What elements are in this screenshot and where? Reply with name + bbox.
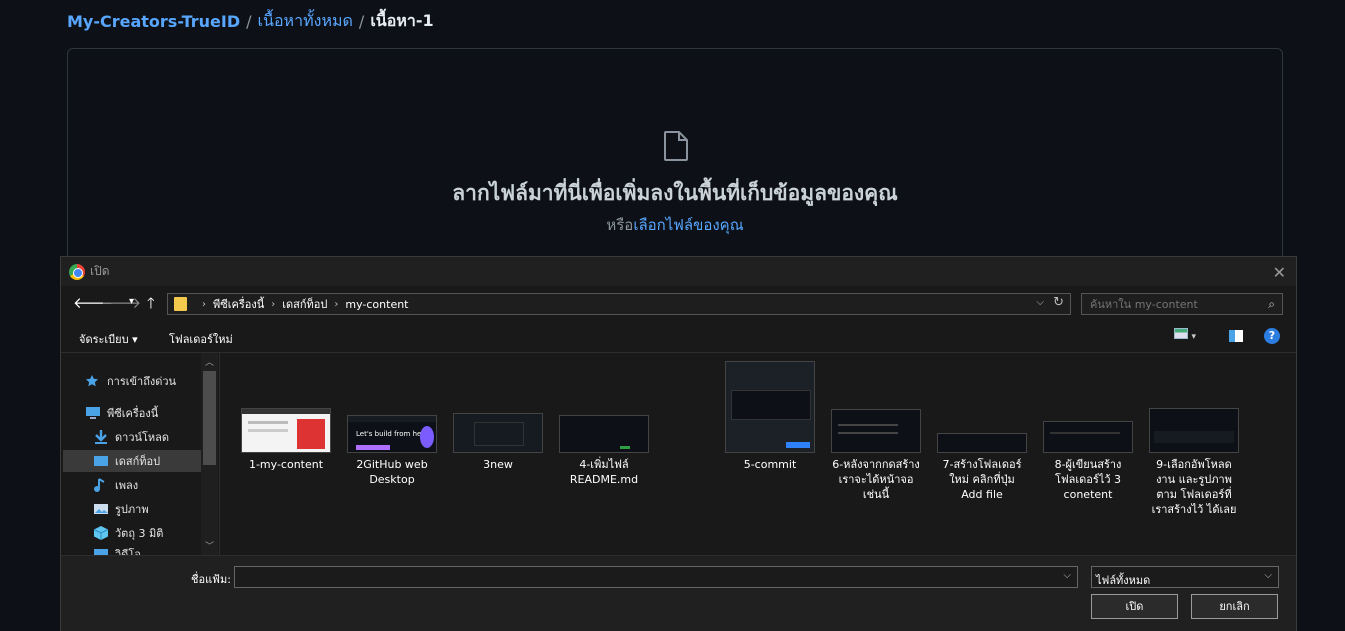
help-icon[interactable]: ? bbox=[1264, 328, 1280, 344]
drop-zone-or: หรือ bbox=[606, 216, 634, 234]
music-icon bbox=[93, 478, 109, 492]
breadcrumb-separator: / bbox=[358, 11, 365, 31]
open-button[interactable]: เปิด bbox=[1091, 594, 1178, 619]
search-input[interactable] bbox=[1090, 297, 1260, 311]
folder-icon bbox=[174, 297, 187, 311]
organize-menu[interactable]: จัดระเบียบ ▾ bbox=[79, 330, 138, 348]
forward-arrow-icon[interactable]: 🡒 bbox=[101, 293, 141, 312]
drop-zone-subtitle: หรือเลือกไฟล์ของคุณ bbox=[68, 213, 1282, 237]
address-segment-pc[interactable]: พีซีเครื่องนี้ bbox=[213, 295, 264, 313]
dialog-footer: ชื่อแฟ้ม: ⌵ ไฟล์ทั้งหมด ⌵ เปิด ยกเลิก bbox=[61, 555, 1296, 631]
scrollbar-thumb[interactable] bbox=[203, 371, 216, 465]
file-list: 1-my-content Let's build from here 2GitH… bbox=[221, 353, 1297, 555]
navigation-row: 🡐 🡒 ▾ 🡑 › พีซีเครื่องนี้ › เดสก์ท็อป › m… bbox=[61, 291, 1296, 317]
file-thumbnail: Let's build from here bbox=[347, 415, 437, 453]
navigation-pane: การเข้าถึงด่วน พีซีเครื่องนี้ ดาวน์โหลด … bbox=[61, 353, 219, 555]
cube-icon bbox=[93, 526, 109, 540]
nav-scrollbar[interactable]: ︿ ﹀ bbox=[201, 353, 218, 555]
desktop-icon bbox=[93, 454, 109, 468]
file-open-dialog: เปิด ✕ 🡐 🡒 ▾ 🡑 › พีซีเครื่องนี้ › เดสก์ท… bbox=[60, 256, 1297, 631]
refresh-icon[interactable]: ↻ bbox=[1053, 295, 1064, 310]
file-thumbnail bbox=[453, 413, 543, 453]
breadcrumb: My-Creators-TrueID / เนื้อหาทั้งหมด / เน… bbox=[67, 10, 434, 32]
file-thumbnail bbox=[559, 415, 649, 453]
file-thumbnail bbox=[1043, 421, 1133, 453]
video-icon bbox=[93, 547, 109, 555]
view-options-icon[interactable]: ▾ bbox=[1174, 328, 1196, 342]
pictures-icon bbox=[93, 502, 109, 516]
chevron-down-icon: ⌵ bbox=[1264, 570, 1272, 581]
address-segment-desktop[interactable]: เดสก์ท็อป bbox=[282, 295, 327, 313]
nav-item-quick-access[interactable]: การเข้าถึงด่วน bbox=[85, 370, 219, 392]
scroll-up-icon[interactable]: ︿ bbox=[205, 355, 214, 368]
nav-item-this-pc[interactable]: พีซีเครื่องนี้ bbox=[85, 402, 219, 424]
search-box: ⌕ bbox=[1081, 293, 1283, 315]
filename-input[interactable]: ⌵ bbox=[234, 566, 1078, 588]
file-thumbnail bbox=[831, 409, 921, 453]
chevron-down-icon[interactable]: ⌵ bbox=[1036, 297, 1044, 308]
cancel-button[interactable]: ยกเลิก bbox=[1191, 594, 1278, 619]
chevron-down-icon[interactable]: ⌵ bbox=[1063, 570, 1071, 581]
preview-pane-icon[interactable] bbox=[1229, 330, 1243, 345]
up-arrow-icon[interactable]: 🡑 bbox=[147, 293, 155, 318]
star-icon bbox=[85, 374, 101, 388]
breadcrumb-current: เนื้อหา-1 bbox=[370, 10, 434, 30]
dialog-titlebar: เปิด ✕ bbox=[61, 257, 1296, 286]
close-icon[interactable]: ✕ bbox=[1273, 263, 1286, 282]
choose-files-link[interactable]: เลือกไฟล์ของคุณ bbox=[633, 216, 743, 234]
nav-item-desktop[interactable]: เดสก์ท็อป bbox=[63, 450, 203, 472]
breadcrumb-folder-link[interactable]: เนื้อหาทั้งหมด bbox=[258, 9, 353, 34]
scroll-down-icon[interactable]: ﹀ bbox=[205, 539, 214, 552]
file-thumbnail bbox=[937, 433, 1027, 453]
dialog-toolbar: จัดระเบียบ ▾ โฟลเดอร์ใหม่ ▾ ? bbox=[61, 323, 1296, 351]
computer-icon bbox=[85, 406, 101, 420]
filename-label: ชื่อแฟ้ม: bbox=[191, 573, 231, 586]
new-folder-button[interactable]: โฟลเดอร์ใหม่ bbox=[169, 330, 233, 348]
recent-dropdown-icon[interactable]: ▾ bbox=[129, 296, 134, 307]
file-thumbnail bbox=[241, 408, 331, 453]
dialog-title: เปิด bbox=[90, 264, 110, 278]
filetype-select[interactable]: ไฟล์ทั้งหมด ⌵ bbox=[1091, 566, 1279, 588]
download-icon bbox=[93, 430, 109, 444]
file-thumbnail bbox=[725, 361, 815, 453]
file-thumbnail bbox=[1149, 408, 1239, 453]
breadcrumb-repo-link[interactable]: My-Creators-TrueID bbox=[67, 12, 240, 31]
file-icon bbox=[663, 131, 689, 165]
drop-zone-title: ลากไฟล์มาที่นี่เพื่อเพิ่มลงในพื้นที่เก็บ… bbox=[452, 181, 898, 205]
breadcrumb-separator: / bbox=[246, 11, 252, 31]
address-segment-folder[interactable]: my-content bbox=[345, 298, 408, 311]
address-bar[interactable]: › พีซีเครื่องนี้ › เดสก์ท็อป › my-conten… bbox=[167, 293, 1071, 315]
search-icon[interactable]: ⌕ bbox=[1268, 297, 1275, 312]
chrome-icon bbox=[69, 263, 85, 280]
